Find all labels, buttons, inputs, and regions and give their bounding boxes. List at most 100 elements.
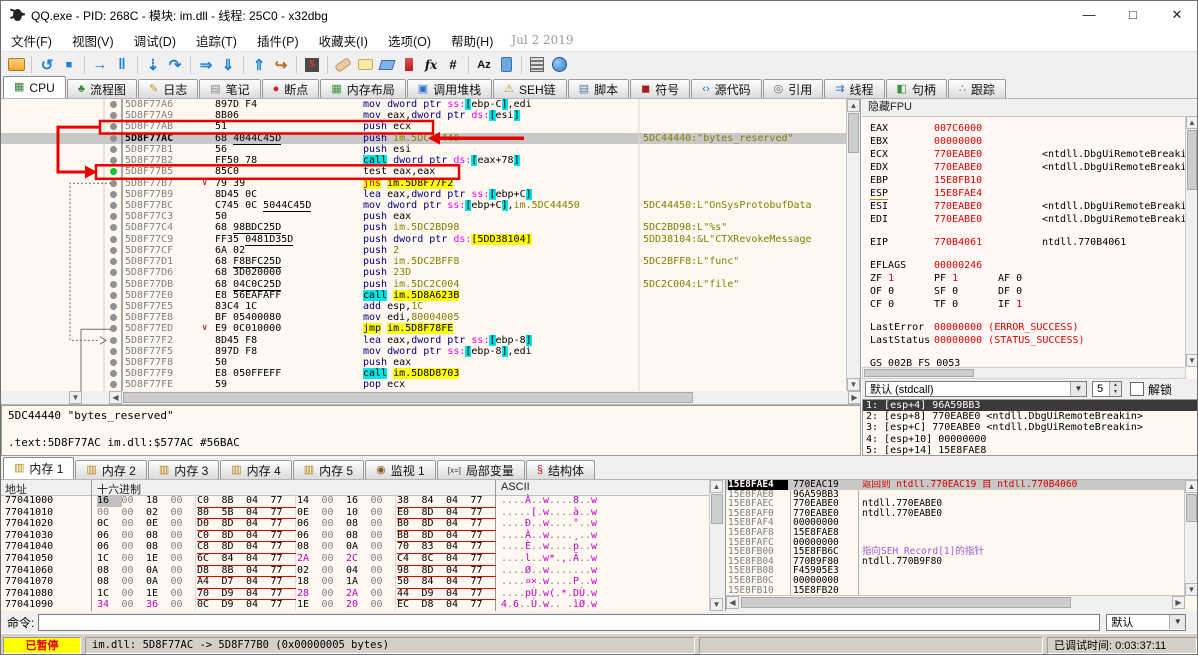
memory-byte[interactable]: 0C (197, 599, 222, 611)
memory-row[interactable]: 77041000 16 00 18 00 C0 8B 04 77 14 00 16 00 38 84 04 77… (1, 495, 710, 508)
memory-byte[interactable]: 1E (297, 599, 322, 611)
memory-byte[interactable]: 00 (122, 495, 147, 507)
stop-icon[interactable]: ■ (59, 55, 79, 75)
register-esp[interactable]: ESP 15E8FAE4 (870, 187, 1186, 200)
pause-icon[interactable]: ‖ (112, 55, 132, 75)
instruction-dot-icon[interactable] (110, 314, 117, 322)
memory-byte[interactable]: 00 (322, 599, 347, 611)
memory-byte[interactable]: 00 (171, 518, 196, 530)
disasm-row[interactable]: 5D8F77A9 8B06 mov eax,dword ptr ds:[esi] (1, 110, 860, 122)
memory-byte[interactable]: 00 (171, 565, 196, 577)
memory-byte[interactable]: 1E (146, 588, 171, 600)
memory-byte[interactable]: 2C (346, 553, 371, 565)
memory-byte[interactable]: 1C (97, 588, 122, 600)
tab-mem[interactable]: ▥ 内存 4 (220, 460, 292, 479)
instruction-dot-icon[interactable] (110, 258, 117, 266)
disasm-row[interactable]: 5D8F77B1 56 push esi (1, 144, 860, 155)
memory-byte[interactable]: 0C (97, 518, 122, 530)
disasm-row[interactable]: 5D8F77D6 68 3D020000 push 23D (1, 267, 860, 278)
disasm-row[interactable]: 5D8F77F9 E8 050FFEFF call im.5D8D8703 (1, 368, 860, 380)
memory-row[interactable]: 77041030 06 00 08 00 C0 8D 04 77 06 00 08 00 B8 8D 04 77… (1, 530, 710, 543)
run-to-user-code-icon[interactable]: ⇒ (196, 55, 216, 75)
tab-mem[interactable]: ▥ 内存 3 (147, 460, 220, 479)
instruction-dot-icon[interactable] (110, 213, 117, 221)
registers-list[interactable]: EAX 007C6000 EBX 00000000 ECX 770EABE0 <ntdll.… (862, 116, 1186, 367)
memory-byte[interactable]: 00 (171, 495, 196, 507)
memory-byte[interactable]: 00 (171, 541, 196, 553)
disasm-row[interactable]: 5D8F77FE 59 pop ecx (1, 379, 860, 390)
memory-byte[interactable]: 18 (297, 576, 322, 588)
memory-byte[interactable]: 36 (146, 599, 171, 611)
instruction-dot-icon[interactable] (110, 381, 117, 389)
memory-byte[interactable]: 14 (297, 495, 322, 507)
instruction-dot-icon[interactable] (110, 224, 117, 232)
memory-byte[interactable]: 28 (297, 588, 322, 600)
memory-byte[interactable]: 10 (346, 507, 371, 519)
memory-byte[interactable]: 1E (146, 553, 171, 565)
menu-item[interactable]: 插件(P) (247, 29, 309, 52)
memory-byte[interactable]: 2A (297, 553, 322, 565)
instruction-dot-icon[interactable] (110, 235, 117, 243)
memory-byte[interactable]: 06 (97, 541, 122, 553)
function-icon[interactable]: fx (421, 55, 441, 75)
script-s-icon[interactable]: S (302, 55, 322, 75)
memory-byte[interactable]: 0A (346, 541, 371, 553)
instruction-dot-icon[interactable] (110, 179, 117, 187)
argument-row[interactable]: 2: [esp+8] 770EABE0 <ntdll.DbgUiRemoteBr… (863, 411, 1197, 422)
registers-horizontal-scrollbar[interactable] (862, 367, 1186, 379)
preferences-icon[interactable] (549, 55, 569, 75)
instruction-dot-icon[interactable] (110, 359, 117, 367)
memory-byte[interactable]: 00 (322, 507, 347, 519)
disasm-row[interactable]: 5D8F77DB 68 04C0C25D push im.5DC2C004 5DC2C… (1, 278, 860, 291)
tab-source[interactable]: ‹› 源代码 (691, 79, 762, 98)
disasm-row[interactable]: 5D8F77B7 ∨ 79 39 jns im.5D8F77F2 (1, 177, 860, 189)
memory-byte[interactable]: 0A (146, 565, 171, 577)
memory-byte[interactable]: 00 (122, 576, 147, 588)
memory-byte[interactable]: 00 (322, 565, 347, 577)
hide-fpu-button[interactable]: 隐藏FPU (862, 99, 1197, 117)
tab-log[interactable]: ✎ 日志 (137, 79, 199, 98)
menu-item[interactable]: 追踪(T) (186, 29, 247, 52)
menu-item[interactable]: 文件(F) (1, 29, 62, 52)
disasm-row[interactable]: 5D8F77F8 50 push eax (1, 357, 860, 368)
chevron-down-icon[interactable]: ▼ (1169, 615, 1186, 629)
tab-mem[interactable]: ▥ 内存 2 (75, 460, 147, 479)
font-az-icon[interactable]: Az (474, 55, 494, 75)
tab-memory-map[interactable]: ▦ 内存布局 (320, 79, 406, 98)
memory-byte[interactable]: 16 (346, 495, 371, 507)
calling-convention-select[interactable]: 默认 (stdcall) ▼ (865, 381, 1087, 397)
tab-symbols[interactable]: ◼ 符号 (630, 79, 691, 98)
tab-handles[interactable]: ◧ 句柄 (885, 79, 947, 98)
step-into-icon[interactable]: ⇣ (143, 55, 163, 75)
tab-trace[interactable]: ∴ 跟踪 (947, 79, 1006, 98)
tab-threads[interactable]: ⇉ 线程 (824, 79, 885, 98)
memory-byte[interactable]: 04 (446, 599, 471, 611)
flags-row[interactable]: ZF 1 PF 1 AF 0 (870, 272, 1186, 285)
flags-row[interactable]: OF 0 SF 0 DF 0 (870, 285, 1186, 298)
memory-byte[interactable]: 08 (97, 576, 122, 588)
menu-item[interactable]: 帮助(H) (441, 29, 503, 52)
memory-byte[interactable]: 06 (97, 530, 122, 542)
tab-locals[interactable]: [x=] 局部变量 (436, 460, 525, 479)
disasm-row[interactable]: 5D8F77BC C745 0C 5044C45D mov dword ptr ss… (1, 199, 860, 212)
close-button[interactable]: ✕ (1155, 1, 1197, 29)
memory-byte[interactable]: 00 (171, 576, 196, 588)
memory-byte[interactable]: 00 (371, 495, 396, 507)
minimize-button[interactable]: — (1067, 1, 1111, 29)
disasm-row[interactable]: 5D8F77E0 E8 56EAFAFF call im.5D8A623B (1, 289, 860, 301)
memory-byte[interactable]: 00 (371, 530, 396, 542)
tab-notes[interactable]: ▤ 笔记 (199, 79, 261, 98)
disasm-row[interactable]: 5D8F77C9 FF35 0481D35D push dword ptr ds:[… (1, 233, 860, 246)
memory-byte[interactable]: 08 (346, 518, 371, 530)
command-input[interactable] (38, 613, 1101, 631)
disasm-row[interactable]: 5D8F77AB 51 push ecx (1, 121, 860, 132)
step-over-icon[interactable]: ↷ (165, 55, 185, 75)
memory-byte[interactable]: EC (397, 599, 422, 611)
argument-row[interactable]: 3: [esp+C] 770EABE0 <ntdll.DbgUiRemoteBr… (863, 422, 1197, 433)
memory-byte[interactable]: 00 (322, 495, 347, 507)
memory-byte[interactable]: D9 (221, 599, 247, 611)
register-eflags[interactable]: EFLAGS 00000246 (870, 259, 1186, 272)
memory-byte[interactable]: 00 (171, 599, 196, 611)
register-ebp[interactable]: EBP 15E8FB10 (870, 174, 1186, 187)
memory-byte[interactable]: 00 (371, 599, 396, 611)
